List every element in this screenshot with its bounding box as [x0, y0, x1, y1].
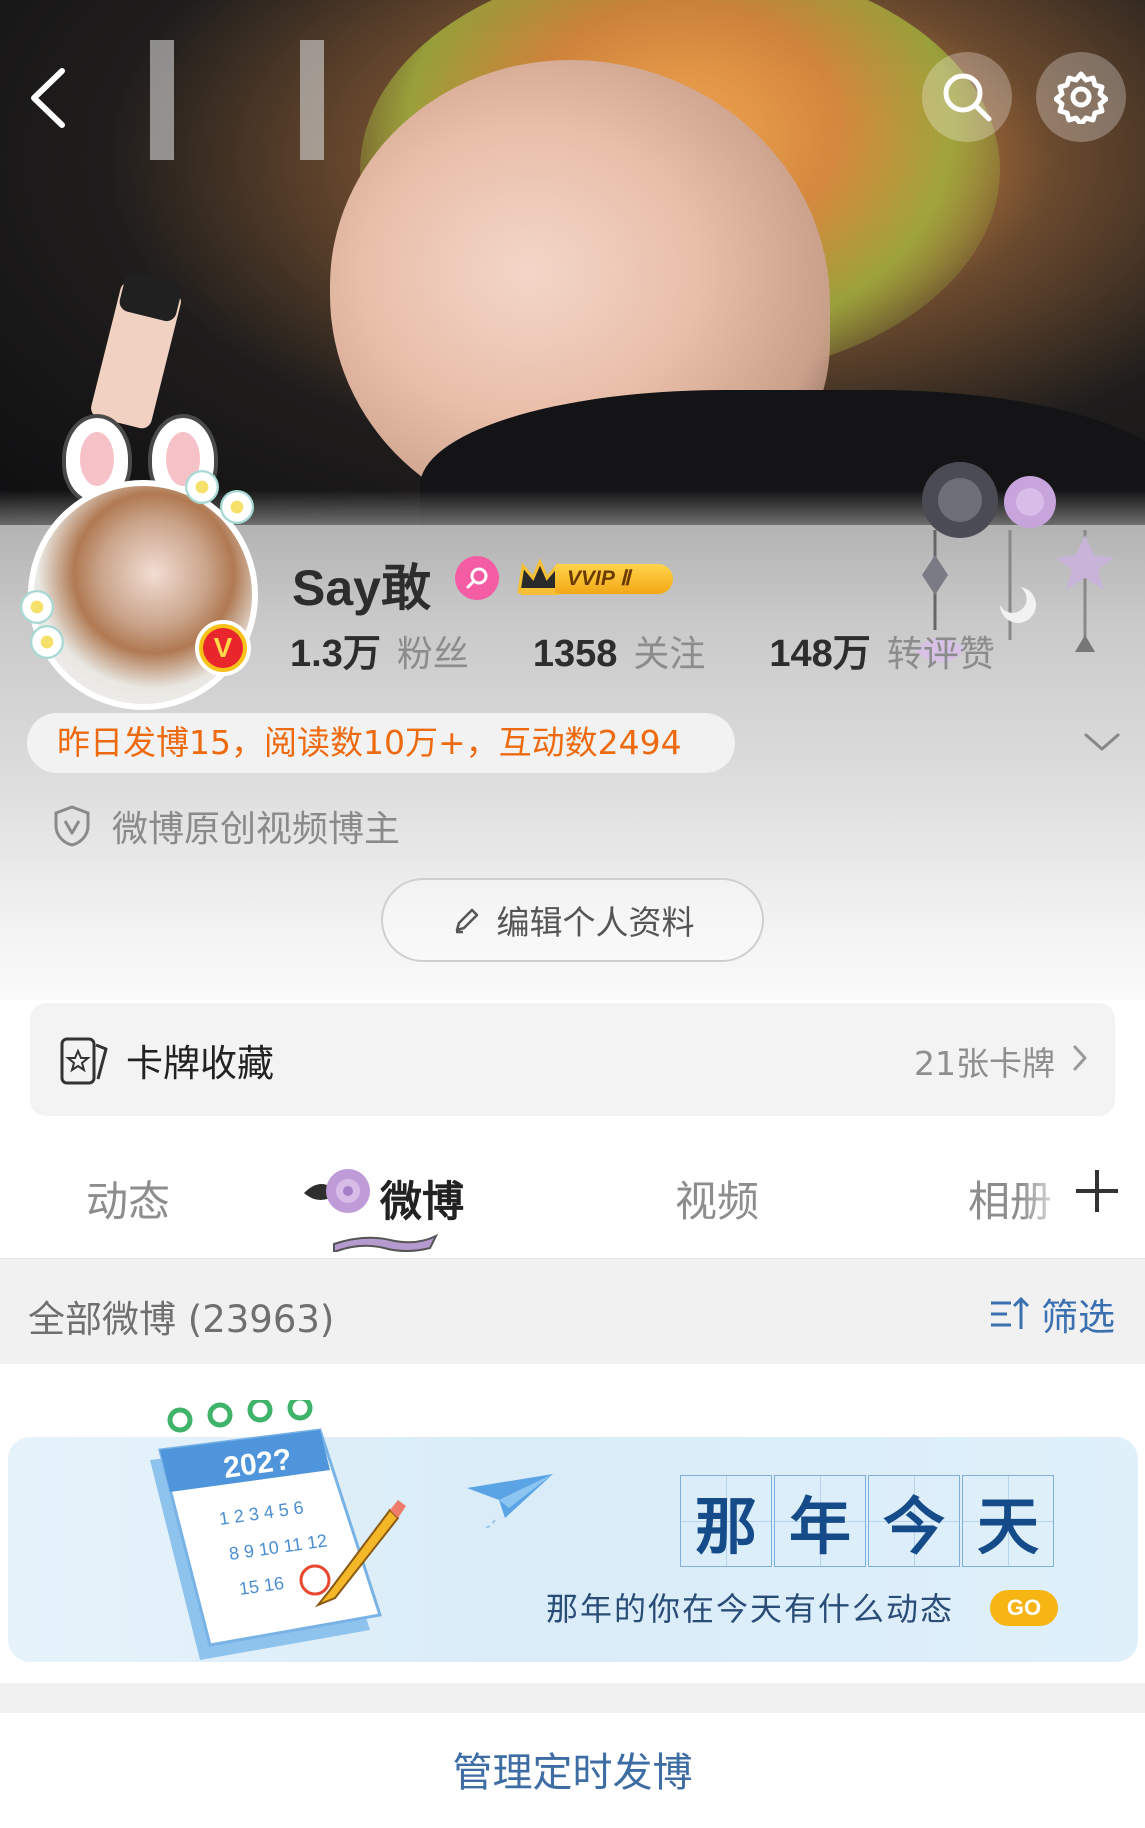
female-icon	[466, 567, 488, 589]
section-divider	[0, 1683, 1145, 1713]
active-tab-indicator	[333, 1233, 439, 1252]
title-char: 天	[962, 1475, 1054, 1567]
flower-decoration	[30, 625, 64, 659]
username: Say敢	[292, 560, 431, 616]
add-tab-icon[interactable]	[1072, 1166, 1122, 1216]
manage-scheduled-posts-button[interactable]: 管理定时发博	[0, 1740, 1145, 1798]
card-collection-row[interactable]: 卡牌收藏 21张卡牌	[30, 1003, 1115, 1116]
profile-tabs: 动态 微博 视频 相册	[0, 1140, 1145, 1258]
stat-value: 1358	[532, 633, 618, 675]
calendar-icon: 202? 1 2 3 4 5 6 8 9 10 11 12 15 16	[150, 1400, 406, 1660]
back-button[interactable]	[18, 58, 78, 138]
stat-label: 关注	[633, 633, 706, 674]
avatar-area[interactable]: V	[20, 414, 270, 710]
chevron-left-icon	[31, 68, 65, 128]
gender-badge	[455, 556, 499, 600]
verification-info[interactable]: 微博原创视频博主	[52, 800, 400, 852]
edit-profile-button[interactable]: 编辑个人资料	[381, 878, 764, 962]
stat-following[interactable]: 1358 关注	[533, 625, 706, 677]
tab-weibo[interactable]: 微博	[380, 1168, 464, 1229]
filter-button[interactable]: 筛选	[989, 1287, 1115, 1341]
gear-icon	[1054, 71, 1108, 124]
flower-decoration	[220, 490, 254, 524]
chevron-down-icon[interactable]	[1082, 727, 1122, 757]
title-char: 年	[774, 1475, 866, 1567]
go-button[interactable]: GO	[990, 1590, 1058, 1626]
all-posts-count: 全部微博 (23963)	[28, 1298, 335, 1341]
edit-profile-label: 编辑个人资料	[496, 903, 695, 942]
verified-badge: V	[195, 620, 251, 676]
stat-value: 1.3万	[290, 633, 381, 675]
feed-filter-bar: 全部微博 (23963) 筛选	[0, 1258, 1145, 1364]
shield-icon	[54, 805, 90, 847]
stat-label: 转评赞	[886, 633, 995, 674]
background-light	[300, 40, 324, 160]
card-collection-count: 21张卡牌	[914, 1044, 1055, 1083]
rose-icon	[304, 1169, 370, 1213]
tab-overflow-fade	[1020, 1160, 1070, 1230]
tab-video[interactable]: 视频	[675, 1168, 759, 1229]
verification-label: 微博原创视频博主	[112, 809, 401, 850]
paper-plane-icon	[467, 1474, 553, 1528]
search-icon	[943, 73, 992, 122]
stat-label: 粉丝	[396, 633, 469, 674]
sort-filter-icon	[991, 1296, 1030, 1329]
card-collection-title: 卡牌收藏	[126, 1042, 274, 1085]
stat-value: 148万	[769, 633, 871, 675]
card-collection-icon	[60, 1037, 108, 1085]
pencil-icon	[455, 908, 478, 934]
tab-posts-activity[interactable]: 动态	[86, 1168, 170, 1229]
profile-stats: 1.3万 粉丝 1358 关注 148万 转评赞	[290, 622, 1059, 677]
activity-summary[interactable]: 昨日发博15，阅读数10万+，互动数2494	[27, 713, 735, 773]
title-char: 那	[680, 1475, 772, 1567]
title-char: 今	[868, 1475, 960, 1567]
stat-fans[interactable]: 1.3万 粉丝	[290, 622, 469, 677]
chevron-right-icon	[1073, 1045, 1087, 1071]
vvip-label: VVIP Ⅱ	[555, 564, 673, 594]
on-this-day-title: 那 年 今 天	[680, 1475, 1056, 1567]
background-light	[150, 40, 174, 160]
on-this-day-subtitle: 那年的你在今天有什么动态	[546, 1590, 955, 1628]
filter-label: 筛选	[1041, 1296, 1115, 1339]
cover-photo-microphone	[88, 279, 184, 431]
flower-decoration	[20, 590, 54, 624]
flower-decoration	[185, 470, 219, 504]
stat-interactions[interactable]: 148万 转评赞	[769, 622, 994, 677]
vvip-badge[interactable]: VVIP Ⅱ	[515, 558, 675, 598]
verified-v-icon: V	[203, 628, 243, 668]
settings-button[interactable]	[1036, 52, 1126, 142]
search-button[interactable]	[922, 52, 1012, 142]
